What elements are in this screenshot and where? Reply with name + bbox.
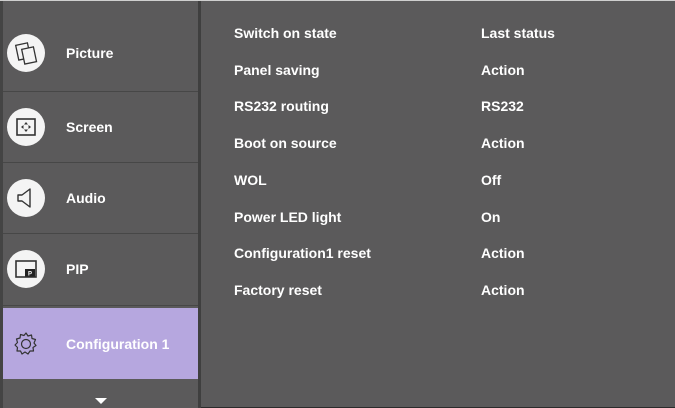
setting-label-boot-on-source[interactable]: Boot on source [234,135,337,151]
setting-value-switch-on-state[interactable]: Last status [481,25,555,41]
pip-icon: P [7,250,45,288]
sidebar-item-configuration-1[interactable]: Configuration 1 [3,308,198,379]
sidebar-item-picture[interactable]: Picture [3,18,198,88]
sidebar-item-pip[interactable]: P PIP [3,234,198,304]
setting-value-rs232-routing[interactable]: RS232 [481,98,524,114]
setting-label-factory-reset[interactable]: Factory reset [234,282,322,298]
sidebar-item-screen[interactable]: Screen [3,92,198,162]
setting-label-configuration1-reset[interactable]: Configuration1 reset [234,245,371,261]
setting-label-rs232-routing[interactable]: RS232 routing [234,98,329,114]
divider [3,305,198,306]
setting-value-factory-reset[interactable]: Action [481,282,525,298]
setting-label-power-led-light[interactable]: Power LED light [234,209,341,225]
svg-text:P: P [28,271,32,277]
picture-icon [7,34,45,72]
setting-value-configuration1-reset[interactable]: Action [481,245,525,261]
sidebar: Picture Screen Audio P PIP Configuration… [0,1,201,408]
sidebar-item-audio[interactable]: Audio [3,163,198,233]
setting-label-switch-on-state[interactable]: Switch on state [234,25,337,41]
setting-value-wol[interactable]: Off [481,172,501,188]
setting-value-boot-on-source[interactable]: Action [481,135,525,151]
sidebar-item-label: Screen [66,119,113,135]
audio-icon [7,179,45,217]
osd-menu-screen: Picture Screen Audio P PIP Configuration… [0,0,675,408]
sidebar-item-label: PIP [66,261,89,277]
configuration-icon [7,324,45,363]
screen-icon [7,108,45,146]
sidebar-item-label: Picture [66,45,114,61]
setting-value-power-led-light[interactable]: On [481,209,500,225]
setting-value-panel-saving[interactable]: Action [481,62,525,78]
setting-label-wol[interactable]: WOL [234,172,267,188]
sidebar-item-label: Audio [66,190,106,206]
panel-divider [198,1,201,408]
sidebar-item-label: Configuration 1 [66,335,170,352]
setting-label-panel-saving[interactable]: Panel saving [234,62,320,78]
chevron-down-icon[interactable] [94,397,108,405]
